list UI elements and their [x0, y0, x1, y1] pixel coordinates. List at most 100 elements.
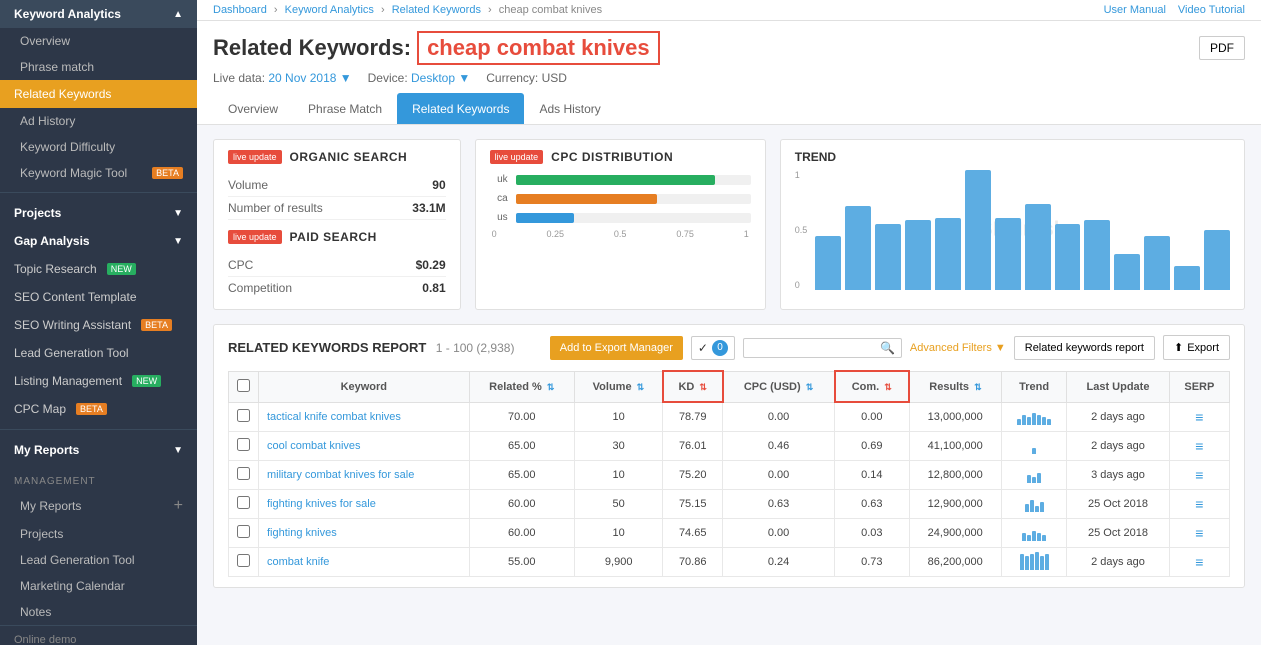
row-checkbox-3[interactable] [237, 496, 250, 509]
th-trend[interactable]: Trend [1001, 371, 1066, 402]
keyword-link-5[interactable]: combat knife [267, 556, 329, 568]
sidebar-item-listing-management[interactable]: Listing Management NEW [0, 367, 197, 395]
row-checkbox-4[interactable] [237, 525, 250, 538]
sidebar-item-seo-writing-assistant[interactable]: SEO Writing Assistant BETA [0, 311, 197, 339]
sidebar-item-label: Related Keywords [14, 87, 111, 101]
online-demo-link[interactable]: Online demo [0, 625, 197, 645]
volume-cell-2: 10 [574, 460, 662, 489]
sidebar-item-keyword-difficulty[interactable]: Keyword Difficulty [0, 134, 197, 160]
trend-mini-bar [1035, 552, 1039, 570]
th-volume[interactable]: Volume ⇅ [574, 371, 662, 402]
serp-icon-3[interactable]: ≡ [1195, 496, 1203, 512]
th-cpc[interactable]: CPC (USD) ⇅ [723, 371, 835, 402]
row-checkbox-cell-0[interactable] [229, 402, 259, 431]
sidebar-item-lead-generation[interactable]: Lead Generation Tool [0, 339, 197, 367]
row-checkbox-cell-1[interactable] [229, 431, 259, 460]
serp-cell-0[interactable]: ≡ [1169, 402, 1229, 431]
keyword-link-3[interactable]: fighting knives for sale [267, 498, 376, 510]
th-related-percent[interactable]: Related % ⇅ [469, 371, 574, 402]
tab-overview[interactable]: Overview [213, 93, 293, 124]
page-title-row: Related Keywords: cheap combat knives PD… [213, 31, 1245, 65]
sidebar-item-keyword-magic[interactable]: Keyword Magic Tool BETA [0, 160, 197, 186]
competition-label: Competition [228, 281, 292, 295]
sidebar-item-projects[interactable]: Projects ▼ [0, 199, 197, 227]
pdf-button[interactable]: PDF [1199, 36, 1245, 60]
row-checkbox-1[interactable] [237, 438, 250, 451]
tab-phrase-match[interactable]: Phrase Match [293, 93, 397, 124]
sidebar-item-phrase-match[interactable]: Phrase match [0, 54, 197, 80]
serp-cell-5[interactable]: ≡ [1169, 547, 1229, 576]
sidebar-item-label: Keyword Difficulty [20, 140, 115, 154]
row-checkbox-cell-5[interactable] [229, 547, 259, 576]
user-manual-link[interactable]: User Manual [1104, 4, 1166, 16]
search-input[interactable] [750, 342, 880, 354]
th-com[interactable]: Com. ⇅ [835, 371, 909, 402]
sidebar-item-marketing-calendar[interactable]: Marketing Calendar [0, 573, 197, 599]
sidebar-item-my-reports[interactable]: My Reports + [0, 491, 197, 521]
serp-icon-2[interactable]: ≡ [1195, 467, 1203, 483]
serp-icon-0[interactable]: ≡ [1195, 409, 1203, 425]
export-button[interactable]: ⬆ Export [1163, 335, 1230, 360]
trend-mini-bar [1032, 531, 1036, 541]
row-checkbox-cell-2[interactable] [229, 460, 259, 489]
th-keyword[interactable]: Keyword [259, 371, 470, 402]
sidebar-item-seo-content-template[interactable]: SEO Content Template [0, 283, 197, 311]
breadcrumb-dashboard[interactable]: Dashboard [213, 4, 267, 16]
row-checkbox-cell-4[interactable] [229, 518, 259, 547]
th-serp[interactable]: SERP [1169, 371, 1229, 402]
serp-icon-5[interactable]: ≡ [1195, 554, 1203, 570]
table-container: Keyword Related % ⇅ Volume ⇅ KD ⇅ CPC (U… [228, 370, 1230, 577]
sidebar-section-label: Keyword Analytics [14, 7, 121, 21]
select-all-checkbox[interactable] [237, 379, 250, 392]
device-value[interactable]: Desktop ▼ [411, 71, 470, 85]
sidebar-item-related-keywords[interactable]: Related Keywords [0, 80, 197, 108]
serp-cell-1[interactable]: ≡ [1169, 431, 1229, 460]
arrow-icon: ▼ [173, 445, 183, 456]
th-kd[interactable]: KD ⇅ [663, 371, 723, 402]
sidebar-keyword-analytics[interactable]: Keyword Analytics ▲ [0, 0, 197, 28]
sidebar-item-topic-research[interactable]: Topic Research NEW [0, 255, 197, 283]
keyword-link-4[interactable]: fighting knives [267, 527, 337, 539]
bar-label-uk: uk [490, 174, 508, 185]
stats-panels-row: live update ORGANIC SEARCH Volume 90 Num… [213, 139, 1245, 310]
th-results[interactable]: Results ⇅ [909, 371, 1001, 402]
sidebar-item-gap-analysis[interactable]: Gap Analysis ▼ [0, 227, 197, 255]
related-keywords-report-button[interactable]: Related keywords report [1014, 336, 1155, 360]
sidebar-item-cpc-map[interactable]: CPC Map BETA [0, 395, 197, 423]
add-to-export-button[interactable]: Add to Export Manager [550, 336, 683, 360]
sidebar-item-notes[interactable]: Notes [0, 599, 197, 625]
row-checkbox-5[interactable] [237, 554, 250, 567]
serp-cell-2[interactable]: ≡ [1169, 460, 1229, 489]
trend-bar [1055, 224, 1081, 290]
add-icon[interactable]: + [174, 497, 183, 515]
row-checkbox-0[interactable] [237, 409, 250, 422]
serp-cell-3[interactable]: ≡ [1169, 489, 1229, 518]
tab-ads-history[interactable]: Ads History [524, 93, 615, 124]
th-last-update[interactable]: Last Update [1067, 371, 1169, 402]
serp-cell-4[interactable]: ≡ [1169, 518, 1229, 547]
row-checkbox-2[interactable] [237, 467, 250, 480]
keyword-link-2[interactable]: military combat knives for sale [267, 469, 414, 481]
serp-icon-4[interactable]: ≡ [1195, 525, 1203, 541]
y-label-05: 0.5 [795, 225, 808, 235]
results-cell-2: 12,800,000 [909, 460, 1001, 489]
tab-related-keywords[interactable]: Related Keywords [397, 93, 524, 124]
select-all-checkbox-header[interactable] [229, 371, 259, 402]
keyword-link-1[interactable]: cool combat knives [267, 440, 361, 452]
row-checkbox-cell-3[interactable] [229, 489, 259, 518]
live-data-date[interactable]: 20 Nov 2018 ▼ [268, 71, 351, 85]
keyword-link-0[interactable]: tactical knife combat knives [267, 411, 401, 423]
video-tutorial-link[interactable]: Video Tutorial [1178, 4, 1245, 16]
breadcrumb-keyword-analytics[interactable]: Keyword Analytics [285, 4, 374, 16]
sidebar-item-label: Notes [20, 605, 51, 619]
sidebar-item-ad-history[interactable]: Ad History [0, 108, 197, 134]
sidebar-item-overview[interactable]: Overview [0, 28, 197, 54]
advanced-filters-button[interactable]: Advanced Filters ▼ [910, 342, 1006, 354]
sidebar-item-my-reports-section[interactable]: My Reports ▼ [0, 436, 197, 464]
search-icon[interactable]: 🔍 [880, 341, 895, 355]
stat-cpc: CPC $0.29 [228, 254, 446, 277]
sidebar-item-projects-mgmt[interactable]: Projects [0, 521, 197, 547]
serp-icon-1[interactable]: ≡ [1195, 438, 1203, 454]
sidebar-item-lead-generation-mgmt[interactable]: Lead Generation Tool [0, 547, 197, 573]
breadcrumb-related-keywords[interactable]: Related Keywords [392, 4, 481, 16]
